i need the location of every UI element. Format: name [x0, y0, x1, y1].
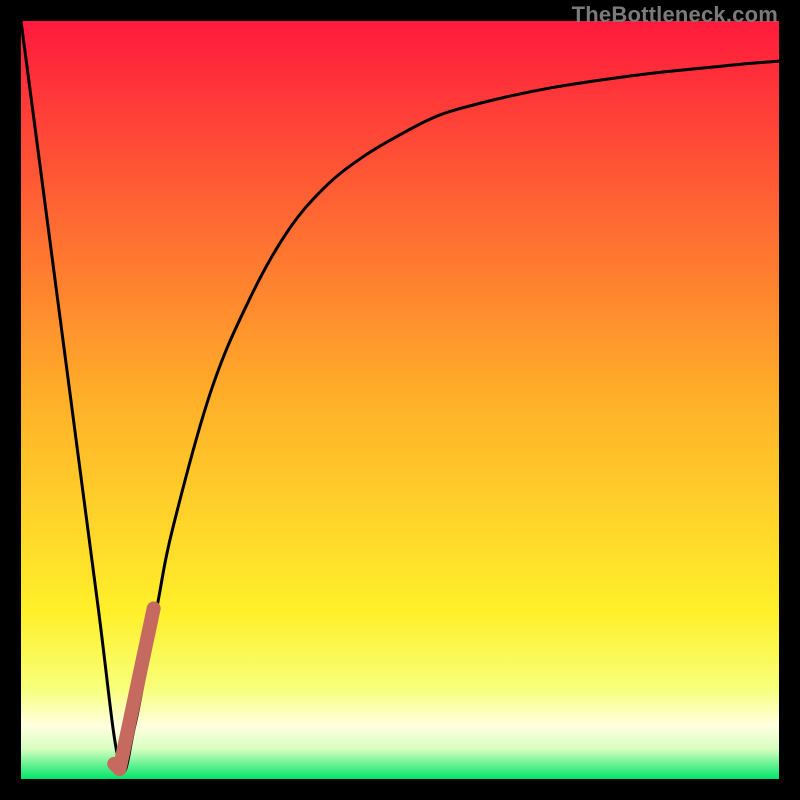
plot-area: [21, 21, 779, 779]
watermark-text: TheBottleneck.com: [572, 2, 778, 28]
chart-svg: [21, 21, 779, 779]
chart-frame: TheBottleneck.com: [0, 0, 800, 800]
